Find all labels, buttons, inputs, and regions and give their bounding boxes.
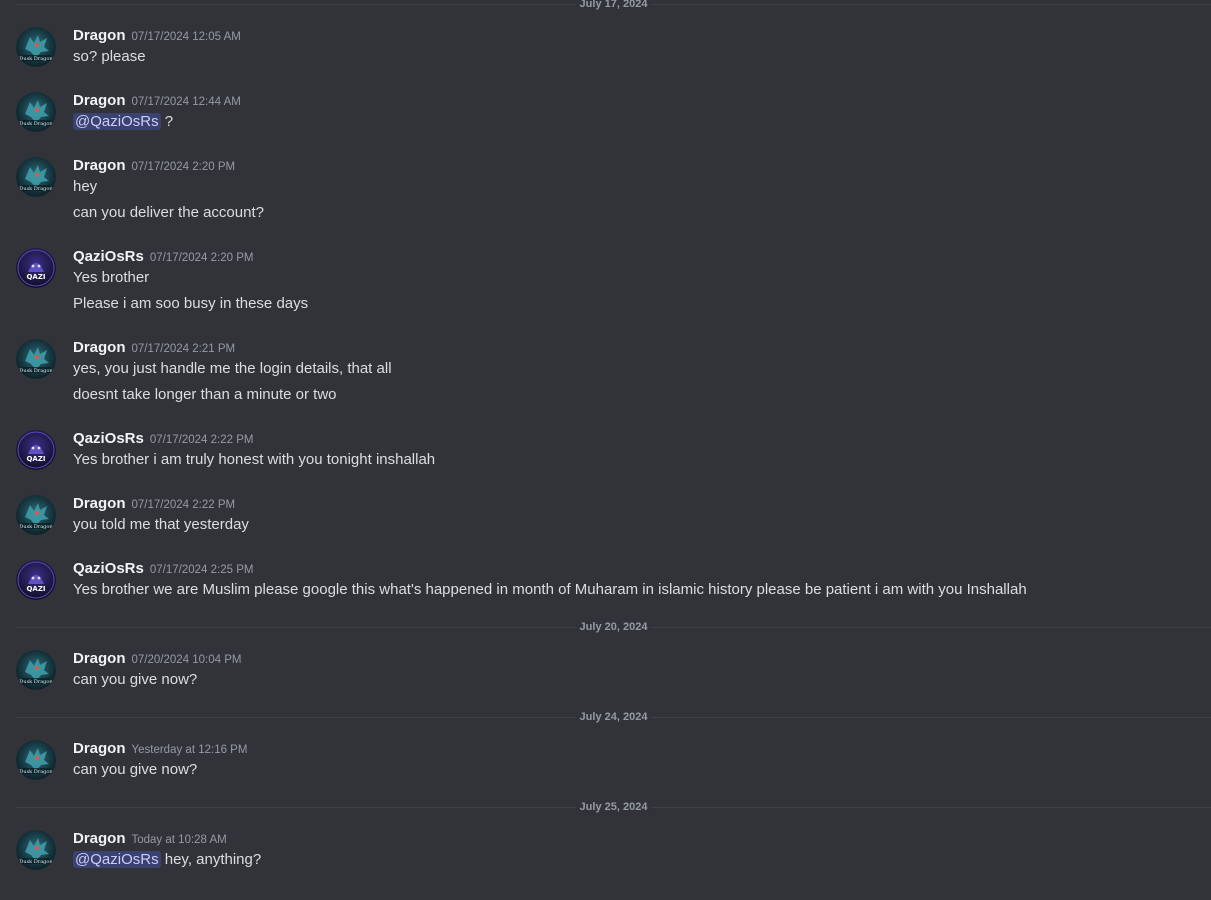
message-text: can you give now? xyxy=(73,761,198,778)
qazi-avatar-icon: QAZI xyxy=(16,248,56,288)
username[interactable]: Dragon xyxy=(73,830,126,847)
message-text-tail: hey, anything? xyxy=(160,851,262,868)
message-text: yes, you just handle me the login detail… xyxy=(73,360,392,377)
message-text: hey xyxy=(73,178,98,195)
message-header: Dragon 07/17/2024 12:44 AM xyxy=(73,91,241,111)
dragon-avatar-icon: Dusk Dragon xyxy=(16,92,56,132)
avatar-dragon[interactable]: Dusk Dragon xyxy=(16,92,56,132)
user-mention[interactable]: @QaziOsRs xyxy=(73,851,161,868)
username[interactable]: Dragon xyxy=(73,339,126,356)
timestamp[interactable]: 07/17/2024 2:22 PM xyxy=(132,499,236,511)
avatar-dragon[interactable]: Dusk Dragon xyxy=(16,650,56,690)
date-divider-label: July 25, 2024 xyxy=(575,800,652,814)
timestamp[interactable]: 07/20/2024 10:04 PM xyxy=(132,654,242,666)
message-text: Yes brother xyxy=(73,269,150,286)
message-header: Dragon 07/17/2024 12:05 AM xyxy=(73,26,241,46)
dragon-avatar-icon: Dusk Dragon xyxy=(16,339,56,379)
svg-text:Dusk Dragon: Dusk Dragon xyxy=(19,121,53,127)
message-header: Dragon Today at 10:28 AM xyxy=(73,829,227,849)
qazi-avatar-icon: QAZI xyxy=(16,430,56,470)
avatar-qazi[interactable]: QAZI xyxy=(16,248,56,288)
dragon-avatar-icon: Dusk Dragon xyxy=(16,27,56,67)
message-header: QaziOsRs 07/17/2024 2:25 PM xyxy=(73,559,253,579)
timestamp[interactable]: 07/17/2024 2:20 PM xyxy=(132,161,236,173)
message-header: QaziOsRs 07/17/2024 2:20 PM xyxy=(73,247,253,267)
username[interactable]: Dragon xyxy=(73,27,126,44)
svg-text:Dusk Dragon: Dusk Dragon xyxy=(19,56,53,62)
message-header: Dragon 07/17/2024 2:20 PM xyxy=(73,156,235,176)
message-text: you told me that yesterday xyxy=(73,516,249,533)
svg-text:Dusk Dragon: Dusk Dragon xyxy=(19,186,53,192)
avatar-dragon[interactable]: Dusk Dragon xyxy=(16,339,56,379)
date-divider: July 24, 2024 xyxy=(16,710,1211,724)
message-header: Dragon Yesterday at 12:16 PM xyxy=(73,739,247,759)
dragon-avatar-icon: Dusk Dragon xyxy=(16,157,56,197)
avatar-qazi[interactable]: QAZI xyxy=(16,430,56,470)
username[interactable]: QaziOsRs xyxy=(73,430,144,447)
date-divider: July 25, 2024 xyxy=(16,800,1211,814)
timestamp[interactable]: 07/17/2024 2:20 PM xyxy=(150,252,254,264)
svg-text:QAZI: QAZI xyxy=(26,273,45,281)
date-divider-label: July 17, 2024 xyxy=(575,0,652,11)
date-divider-label: July 20, 2024 xyxy=(575,620,652,634)
svg-text:Dusk Dragon: Dusk Dragon xyxy=(19,859,53,865)
username[interactable]: Dragon xyxy=(73,92,126,109)
avatar-dragon[interactable]: Dusk Dragon xyxy=(16,740,56,780)
message-text: Yes brother we are Muslim please google … xyxy=(73,581,1027,598)
avatar-dragon[interactable]: Dusk Dragon xyxy=(16,830,56,870)
svg-text:Dusk Dragon: Dusk Dragon xyxy=(19,769,53,775)
avatar-dragon[interactable]: Dusk Dragon xyxy=(16,495,56,535)
username[interactable]: Dragon xyxy=(73,495,126,512)
message-text: can you give now? xyxy=(73,671,198,688)
message-text: @QaziOsRs ? xyxy=(73,112,173,132)
message-header: Dragon 07/17/2024 2:21 PM xyxy=(73,338,235,358)
message-text: so? please xyxy=(73,48,146,65)
timestamp[interactable]: 07/17/2024 2:21 PM xyxy=(132,343,236,355)
username[interactable]: Dragon xyxy=(73,157,126,174)
avatar-dragon[interactable]: Dusk Dragon xyxy=(16,157,56,197)
timestamp[interactable]: 07/17/2024 12:05 AM xyxy=(132,31,241,43)
message-header: QaziOsRs 07/17/2024 2:22 PM xyxy=(73,429,253,449)
dragon-avatar-icon: Dusk Dragon xyxy=(16,830,56,870)
dragon-avatar-icon: Dusk Dragon xyxy=(16,650,56,690)
date-divider: July 20, 2024 xyxy=(16,620,1211,634)
timestamp[interactable]: 07/17/2024 2:22 PM xyxy=(150,434,254,446)
dragon-avatar-icon: Dusk Dragon xyxy=(16,740,56,780)
timestamp[interactable]: 07/17/2024 2:25 PM xyxy=(150,564,254,576)
message-text: @QaziOsRs hey, anything? xyxy=(73,850,261,870)
svg-text:QAZI: QAZI xyxy=(26,455,45,463)
avatar-qazi[interactable]: QAZI xyxy=(16,560,56,600)
username[interactable]: Dragon xyxy=(73,740,126,757)
svg-text:Dusk Dragon: Dusk Dragon xyxy=(19,679,53,685)
message-text: doesnt take longer than a minute or two xyxy=(73,386,337,403)
date-divider-label: July 24, 2024 xyxy=(575,710,652,724)
message-text: Please i am soo busy in these days xyxy=(73,295,309,312)
message-header: Dragon 07/17/2024 2:22 PM xyxy=(73,494,235,514)
timestamp[interactable]: Today at 10:28 AM xyxy=(132,834,227,846)
svg-text:QAZI: QAZI xyxy=(26,585,45,593)
dragon-avatar-icon: Dusk Dragon xyxy=(16,495,56,535)
avatar-dragon[interactable]: Dusk Dragon xyxy=(16,27,56,67)
date-divider: July 17, 2024 xyxy=(16,0,1211,11)
svg-text:Dusk Dragon: Dusk Dragon xyxy=(19,368,53,374)
user-mention[interactable]: @QaziOsRs xyxy=(73,113,161,130)
svg-text:Dusk Dragon: Dusk Dragon xyxy=(19,524,53,530)
username[interactable]: QaziOsRs xyxy=(73,560,144,577)
message-text-tail: ? xyxy=(160,113,174,130)
username[interactable]: Dragon xyxy=(73,650,126,667)
message-text: Yes brother i am truly honest with you t… xyxy=(73,451,436,468)
username[interactable]: QaziOsRs xyxy=(73,248,144,265)
timestamp[interactable]: Yesterday at 12:16 PM xyxy=(132,744,248,756)
qazi-avatar-icon: QAZI xyxy=(16,560,56,600)
message-header: Dragon 07/20/2024 10:04 PM xyxy=(73,649,241,669)
message-text: can you deliver the account? xyxy=(73,204,264,221)
timestamp[interactable]: 07/17/2024 12:44 AM xyxy=(132,96,241,108)
